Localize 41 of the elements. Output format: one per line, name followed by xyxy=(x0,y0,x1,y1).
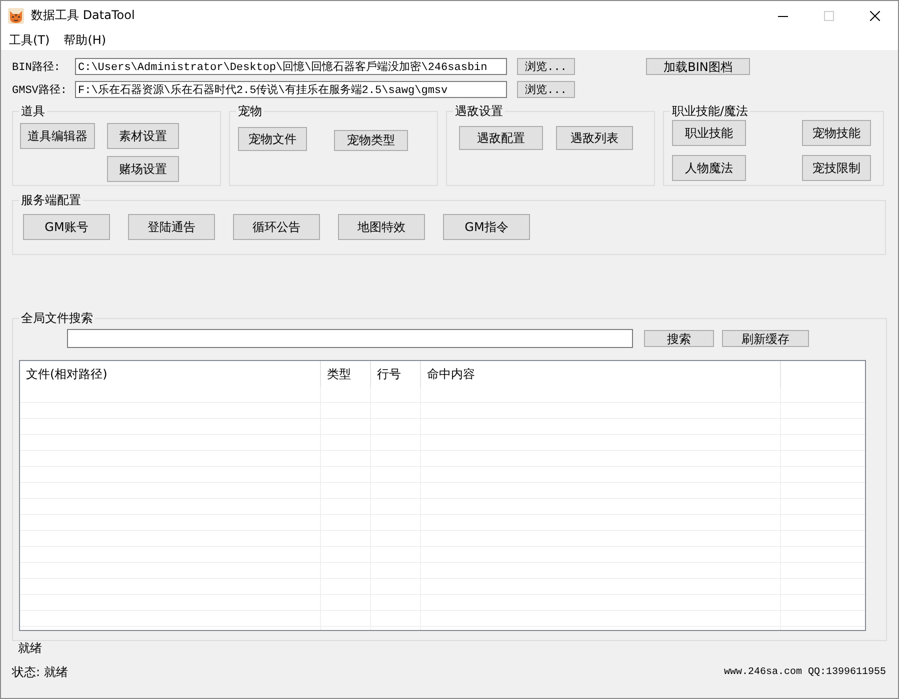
config-button[interactable]: 素材设置 xyxy=(107,123,179,149)
path-label: GMSV路径: xyxy=(12,83,68,97)
browse-button[interactable]: 浏览... xyxy=(517,58,575,75)
config-button[interactable]: 宠物类型 xyxy=(334,130,408,151)
menu-item[interactable]: 帮助(H) xyxy=(56,31,114,49)
group-title: 服务端配置 xyxy=(20,193,82,207)
group-title: 全局文件搜索 xyxy=(20,311,94,325)
cat-head-icon xyxy=(8,8,24,24)
search-field[interactable] xyxy=(67,329,633,348)
window-title: 数据工具 DataTool xyxy=(31,7,135,24)
group-title: 宠物 xyxy=(237,104,263,118)
contact-text: www.246sa.com QQ:1399611955 xyxy=(724,667,886,678)
config-button[interactable]: GM指令 xyxy=(443,214,530,240)
refresh-button[interactable]: 刷新缓存 xyxy=(722,330,809,347)
config-button[interactable]: 宠物文件 xyxy=(238,127,307,151)
config-button[interactable]: GM账号 xyxy=(23,214,110,240)
load-button[interactable]: 加载BIN图档 xyxy=(646,58,750,75)
config-button[interactable]: 遇敌配置 xyxy=(459,126,543,150)
path-field[interactable]: F:\乐在石器资源\乐在石器时代2.5传说\有挂乐在服务端2.5\sawg\gmsv xyxy=(75,81,507,98)
config-button[interactable]: 人物魔法 xyxy=(672,155,746,181)
config-button[interactable]: 宠技限制 xyxy=(802,155,871,181)
config-button[interactable]: 地图特效 xyxy=(338,214,425,240)
browse-button[interactable]: 浏览... xyxy=(517,81,575,98)
status-text: 状态: 就绪 xyxy=(12,664,68,681)
config-button[interactable]: 道具编辑器 xyxy=(20,123,95,149)
config-button[interactable]: 遇敌列表 xyxy=(556,126,633,150)
menu-item[interactable]: 工具(T) xyxy=(2,31,57,49)
path-label: BIN路径: xyxy=(12,60,62,74)
search-button[interactable]: 搜索 xyxy=(644,330,714,347)
group-title: 道具 xyxy=(20,104,46,118)
close-icon xyxy=(870,10,880,20)
group-title: 遇敌设置 xyxy=(454,104,504,118)
path-field[interactable]: C:\Users\Administrator\Desktop\回憶\回憶石器客戶端没加密\246sasbin xyxy=(75,58,507,75)
config-button[interactable]: 登陆通告 xyxy=(128,214,215,240)
config-button[interactable]: 赌场设置 xyxy=(107,156,179,182)
config-button[interactable]: 循环公告 xyxy=(233,214,320,240)
maximize-icon xyxy=(824,10,834,20)
log-text: 就绪 xyxy=(18,641,42,655)
config-button[interactable]: 职业技能 xyxy=(672,120,746,146)
group-title: 职业技能/魔法 xyxy=(671,104,750,118)
config-button[interactable]: 宠物技能 xyxy=(802,120,871,146)
